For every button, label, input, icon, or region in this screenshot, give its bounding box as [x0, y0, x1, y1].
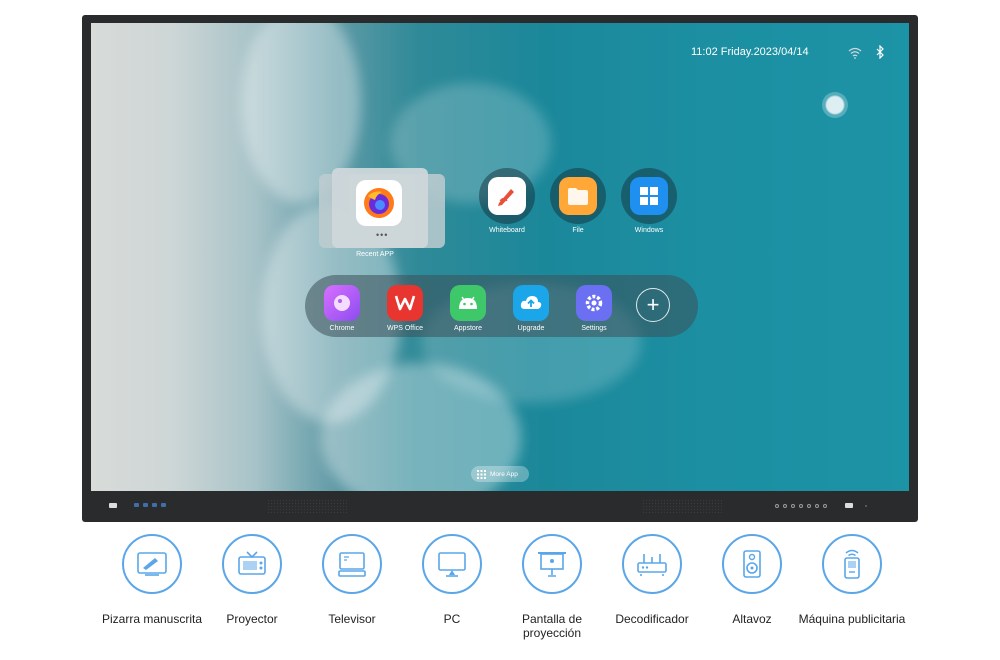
android-icon[interactable]	[450, 285, 486, 321]
power-button[interactable]	[845, 503, 853, 508]
status-bar: 11:02 Friday.2023/04/14	[91, 45, 909, 62]
floating-menu-button[interactable]	[822, 92, 848, 118]
bottom-bezel	[82, 491, 918, 522]
hdmi-port	[109, 503, 117, 508]
retro-tv-icon	[222, 534, 282, 594]
app-dock: Chrome WPS Office Appstore Upgrade Setti…	[305, 275, 698, 337]
feature-item: Proyector	[197, 534, 307, 626]
dock-label-settings: Settings	[581, 325, 607, 332]
feature-item: Máquina publicitaria	[797, 534, 907, 626]
feature-item: Pizarra manuscrita	[97, 534, 207, 626]
interactive-display: 11:02 Friday.2023/04/14 ••• Recent APP W…	[82, 15, 918, 522]
front-button[interactable]	[799, 504, 803, 508]
feature-item: Altavoz	[697, 534, 807, 626]
feature-label: Altavoz	[732, 612, 772, 626]
usb-port	[143, 503, 148, 507]
app-label-file: File	[572, 227, 584, 234]
feature-label: Televisor	[328, 612, 376, 626]
recent-app-label: Recent APP	[356, 251, 394, 258]
speaker-grille	[642, 499, 722, 513]
front-button[interactable]	[815, 504, 819, 508]
upload-cloud-icon[interactable]	[513, 285, 549, 321]
feature-item: Televisor	[297, 534, 407, 626]
front-button[interactable]	[823, 504, 827, 508]
clock-date: 11:02 Friday.2023/04/14	[691, 46, 809, 58]
front-button[interactable]	[807, 504, 811, 508]
feature-item: Decodificador	[597, 534, 707, 626]
feature-label: Pantalla de proyección	[521, 612, 583, 640]
recent-card-front[interactable]: •••	[332, 168, 428, 248]
folder-icon	[559, 177, 597, 215]
feature-list: Pizarra manuscrita Proyector Televisor P…	[0, 534, 1000, 654]
drawing-board-icon	[122, 534, 182, 594]
app-label-windows: Windows	[634, 227, 664, 234]
grid-icon	[477, 469, 486, 479]
usb-port	[134, 503, 139, 507]
front-button[interactable]	[783, 504, 787, 508]
speaker-icon	[722, 534, 782, 594]
wps-icon[interactable]	[387, 285, 423, 321]
television-icon	[322, 534, 382, 594]
usb-port	[161, 503, 166, 507]
front-button[interactable]	[775, 504, 779, 508]
app-label-whiteboard: Whiteboard	[489, 227, 525, 234]
indicator-light	[865, 505, 867, 507]
feature-item: PC	[397, 534, 507, 626]
home-screen: 11:02 Friday.2023/04/14 ••• Recent APP W…	[91, 23, 909, 491]
firefox-icon	[356, 180, 402, 226]
feature-label: Máquina publicitaria	[798, 612, 906, 626]
more-app-button[interactable]: More App	[471, 466, 529, 482]
speaker-grille	[267, 499, 347, 513]
add-app-button[interactable]: +	[636, 288, 670, 322]
whiteboard-icon	[488, 177, 526, 215]
feature-label: Decodificador	[615, 612, 689, 626]
feature-label: Pizarra manuscrita	[101, 612, 203, 626]
projection-screen-icon	[522, 534, 582, 594]
bluetooth-icon[interactable]	[875, 45, 885, 59]
more-app-label: More App	[490, 470, 518, 478]
feature-item: Pantalla de proyección	[497, 534, 607, 640]
front-button[interactable]	[791, 504, 795, 508]
windows-icon	[630, 177, 668, 215]
browser-icon[interactable]	[324, 285, 360, 321]
wifi-icon	[848, 47, 862, 59]
app-windows[interactable]	[621, 168, 677, 224]
gear-icon[interactable]	[576, 285, 612, 321]
feature-label: Proyector	[226, 612, 278, 626]
app-file[interactable]	[550, 168, 606, 224]
app-whiteboard[interactable]	[479, 168, 535, 224]
feature-label: PC	[443, 612, 461, 626]
set-top-box-icon	[622, 534, 682, 594]
more-dots-icon: •••	[376, 230, 389, 240]
recent-apps-stack[interactable]: ••• Recent APP	[319, 168, 449, 258]
monitor-icon	[422, 534, 482, 594]
ad-kiosk-icon	[822, 534, 882, 594]
usb-port	[152, 503, 157, 507]
